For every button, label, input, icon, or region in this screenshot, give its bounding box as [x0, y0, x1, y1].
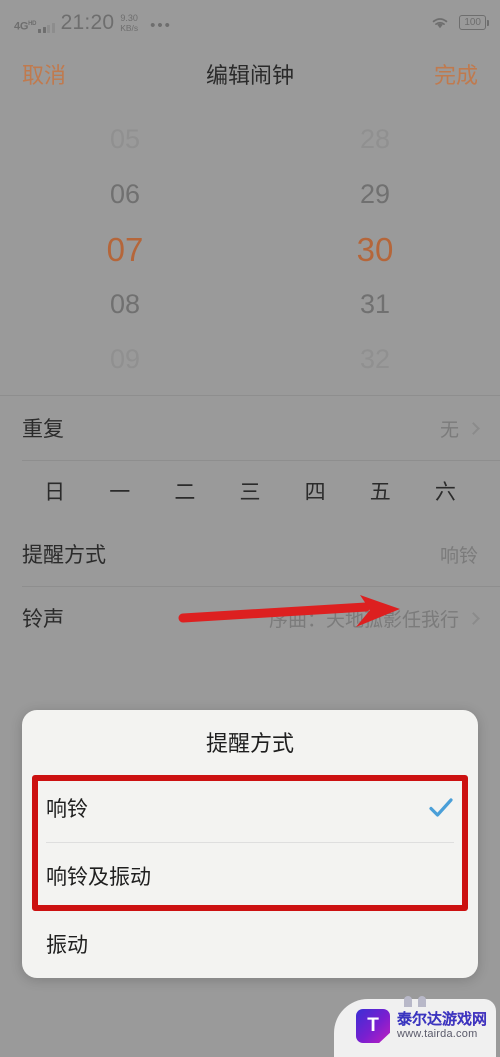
watermark-site-name: 泰尔达游戏网 [397, 1010, 488, 1028]
dialog-option[interactable]: 振动 [22, 910, 478, 978]
cellular-signal-icon: 4GHD [14, 13, 55, 33]
time-picker[interactable]: 05 06 07 08 09 28 29 30 31 32 [0, 104, 500, 396]
network-speed: 9.30 KB/s [120, 13, 139, 33]
row-repeat[interactable]: 重复 无 [0, 396, 500, 460]
hour-item[interactable]: 09 [0, 332, 250, 387]
hour-item[interactable]: 05 [0, 112, 250, 167]
watermark-ears-icon [404, 995, 426, 1007]
dialog-title: 提醒方式 [205, 731, 294, 756]
repeat-value: 无 [439, 419, 459, 441]
ringtone-label: 铃声 [22, 608, 64, 631]
minute-item[interactable]: 30 [250, 222, 500, 277]
status-clock: 21:20 [60, 10, 115, 34]
status-bar: 4GHD 21:20 9.30 KB/s ••• 100 [0, 0, 500, 44]
dialog-option-label: 振动 [46, 934, 88, 957]
hour-item[interactable]: 07 [0, 222, 250, 277]
phone-screen: 4GHD 21:20 9.30 KB/s ••• 100 取消 编辑闹钟 完成 … [0, 0, 500, 1057]
dialog-option-label: 响铃 [46, 798, 88, 821]
annotation-arrow [178, 595, 400, 627]
checkmark-icon [429, 798, 453, 817]
reminder-type-value: 响铃 [439, 545, 478, 567]
cancel-button[interactable]: 取消 [22, 58, 66, 90]
repeat-label: 重复 [22, 418, 64, 441]
weekday-五[interactable]: 五 [348, 476, 413, 506]
overflow-dots-icon: ••• [150, 16, 172, 34]
reminder-type-dialog: 提醒方式 响铃响铃及振动振动 [22, 710, 478, 978]
weekday-一[interactable]: 一 [87, 476, 152, 506]
nav-bar: 取消 编辑闹钟 完成 [0, 44, 500, 104]
watermark-url: www.tairda.com [397, 1028, 478, 1041]
wifi-icon [433, 18, 448, 29]
dialog-option[interactable]: 响铃及振动 [22, 842, 478, 910]
hour-item[interactable]: 08 [0, 277, 250, 332]
done-button[interactable]: 完成 [434, 58, 478, 90]
minute-wheel[interactable]: 28 29 30 31 32 [250, 104, 500, 395]
weekday-三[interactable]: 三 [217, 476, 282, 506]
chevron-right-icon [467, 611, 480, 625]
network-speed-unit: KB/s [120, 22, 139, 33]
page-title: 编辑闹钟 [205, 63, 294, 88]
status-bar-left: 4GHD 21:20 9.30 KB/s ••• [14, 12, 172, 33]
weekday-二[interactable]: 二 [152, 476, 217, 506]
chevron-right-icon [467, 421, 480, 435]
signal-bars-icon [38, 22, 55, 33]
battery-indicator: 100 [459, 14, 489, 30]
weekday-日[interactable]: 日 [22, 476, 87, 506]
minute-item[interactable]: 28 [250, 112, 500, 167]
row-reminder-type[interactable]: 提醒方式 响铃 [0, 522, 500, 586]
network-suffix-label: HD [28, 20, 37, 27]
reminder-type-label: 提醒方式 [22, 544, 106, 567]
weekday-六[interactable]: 六 [413, 476, 478, 506]
hour-item[interactable]: 06 [0, 167, 250, 222]
watermark-text: 泰尔达游戏网 www.tairda.com [397, 1011, 487, 1042]
dialog-option-label: 响铃及振动 [46, 866, 151, 889]
dialog-option[interactable]: 响铃 [22, 774, 478, 842]
weekday-四[interactable]: 四 [283, 476, 348, 506]
minute-item[interactable]: 31 [250, 277, 500, 332]
weekday-selector[interactable]: 日一二三四五六 [0, 460, 500, 522]
repeat-value-group: 无 [439, 415, 480, 442]
dialog-option-list: 响铃 响铃及振动 振动 [22, 774, 478, 978]
minute-item[interactable]: 29 [250, 167, 500, 222]
minute-item[interactable]: 32 [250, 332, 500, 387]
site-watermark: T 泰尔达游戏网 www.tairda.com [334, 995, 496, 1057]
watermark-content: T 泰尔达游戏网 www.tairda.com [334, 1009, 487, 1043]
network-type-label: 4G [14, 20, 29, 33]
watermark-logo-icon: T [356, 1009, 390, 1043]
hour-wheel[interactable]: 05 06 07 08 09 [0, 104, 250, 395]
status-bar-right: 100 [429, 14, 489, 30]
